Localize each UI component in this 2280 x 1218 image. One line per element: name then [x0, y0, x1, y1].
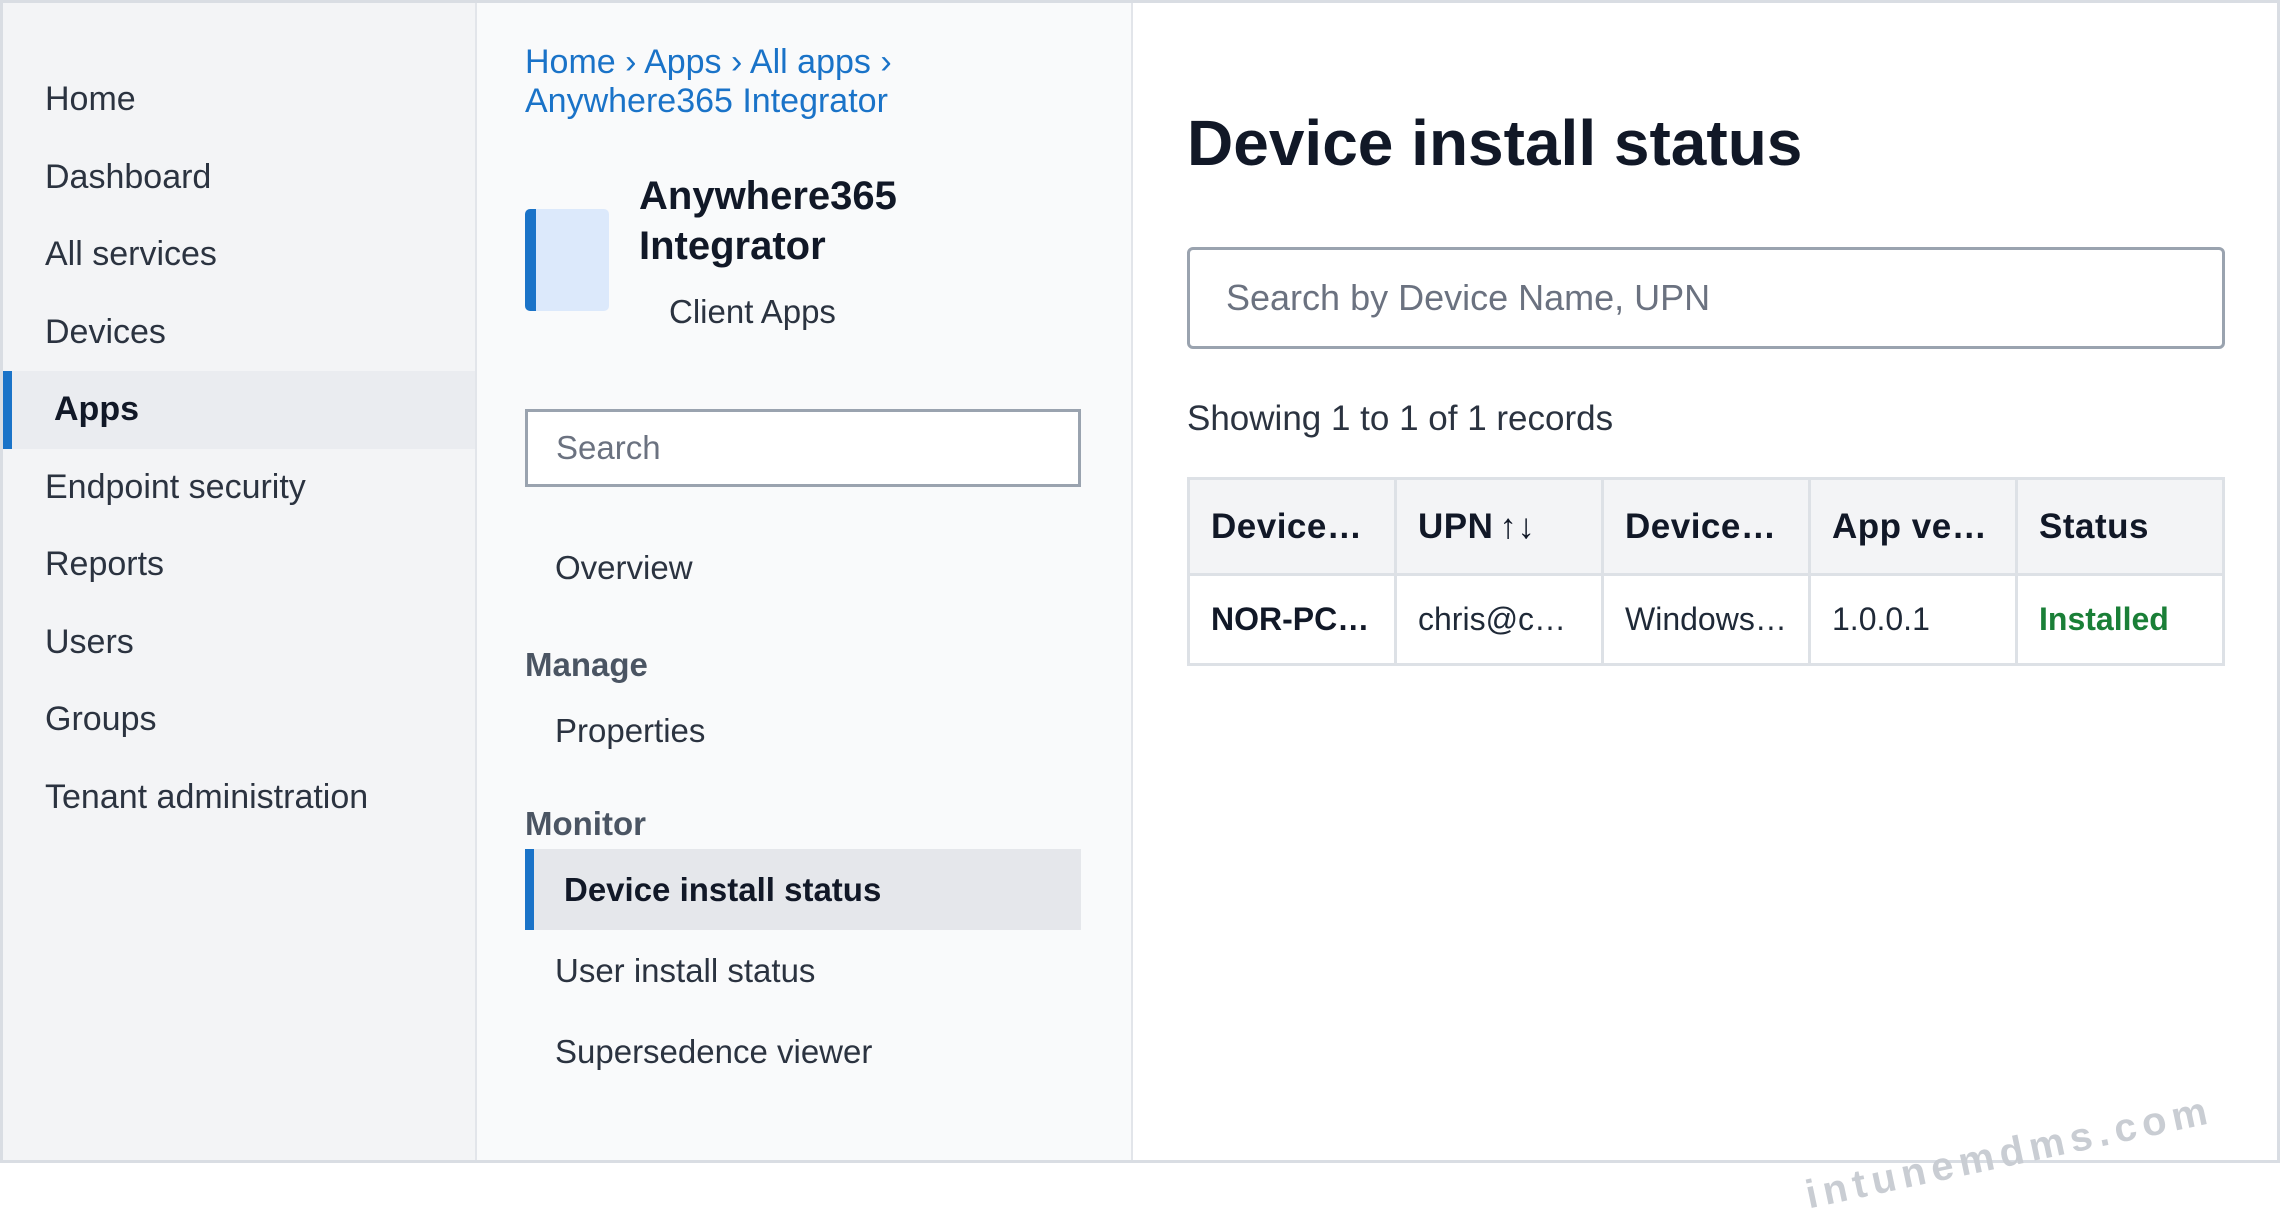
column-header-device-name[interactable]: Device…: [1187, 477, 1397, 576]
app-header: Anywhere365 Integrator Client Apps: [525, 171, 1131, 331]
nav-item-dashboard[interactable]: Dashboard: [3, 139, 475, 217]
table-header-row: Device… UPN ↑↓ Device… App ve… Status: [1187, 477, 2225, 576]
breadcrumb-separator: ›: [625, 43, 637, 81]
menu-heading-monitor: Monitor: [525, 805, 646, 842]
breadcrumb-separator: ›: [731, 43, 743, 81]
breadcrumb: Home › Apps › All apps › Anywhere365 Int…: [525, 43, 945, 121]
column-header-label: Status: [2039, 506, 2149, 546]
cell-app-version: 1.0.0.1: [1808, 573, 2018, 666]
menu-item-supersedence-viewer[interactable]: Supersedence viewer: [525, 1011, 1081, 1092]
device-search-input[interactable]: [1187, 247, 2225, 349]
table-row[interactable]: NOR-PC… chris@c… Windows… 1.0.0.1 Instal…: [1187, 573, 2225, 666]
column-header-upn[interactable]: UPN ↑↓: [1394, 477, 1604, 576]
menu-item-properties[interactable]: Properties: [525, 690, 1081, 771]
nav-item-all-services[interactable]: All services: [3, 216, 475, 294]
app-subtitle: Client Apps: [669, 293, 836, 330]
cell-status: Installed: [2015, 573, 2225, 666]
column-header-label: UPN: [1418, 506, 1494, 546]
breadcrumb-separator: ›: [880, 43, 892, 81]
app-title: Anywhere365 Integrator: [639, 174, 897, 268]
breadcrumb-apps[interactable]: Apps: [644, 43, 722, 81]
nav-item-endpoint-security[interactable]: Endpoint security: [3, 449, 475, 527]
left-navigation: Home Dashboard All services Devices Apps…: [3, 3, 477, 1160]
sort-icon[interactable]: ↑↓: [1499, 507, 1535, 546]
app-tile-icon: [525, 209, 609, 311]
column-header-status[interactable]: Status: [2015, 477, 2225, 576]
column-header-label: Device…: [1625, 506, 1777, 546]
watermark: intunemdms.com: [1801, 1087, 2217, 1218]
breadcrumb-all-apps[interactable]: All apps: [750, 43, 871, 81]
nav-item-groups[interactable]: Groups: [3, 681, 475, 759]
page-title: Device install status: [1187, 107, 1803, 179]
column-header-device-os[interactable]: Device…: [1601, 477, 1811, 576]
blade-menu: Overview Manage Properties Monitor Devic…: [525, 527, 1081, 1092]
menu-item-device-install-status[interactable]: Device install status: [525, 849, 1081, 930]
install-status-table: Device… UPN ↑↓ Device… App ve… Status NOR…: [1187, 477, 2225, 666]
cell-device-name[interactable]: NOR-PC…: [1187, 573, 1397, 666]
column-header-app-version[interactable]: App ve…: [1808, 477, 2018, 576]
menu-item-user-install-status[interactable]: User install status: [525, 930, 1081, 1011]
app-blade-menu: Home › Apps › All apps › Anywhere365 Int…: [477, 3, 1133, 1160]
nav-item-home[interactable]: Home: [3, 61, 475, 139]
menu-search-input[interactable]: [525, 409, 1081, 487]
nav-item-reports[interactable]: Reports: [3, 526, 475, 604]
nav-item-devices[interactable]: Devices: [3, 294, 475, 372]
column-header-label: Device…: [1211, 506, 1363, 546]
breadcrumb-app[interactable]: Anywhere365 Integrator: [525, 82, 888, 120]
menu-heading-manage: Manage: [525, 646, 648, 683]
main-content: Device install status Showing 1 to 1 of …: [1133, 3, 2277, 1217]
records-count: Showing 1 to 1 of 1 records: [1187, 399, 1614, 438]
nav-item-tenant-administration[interactable]: Tenant administration: [3, 759, 475, 837]
cell-upn: chris@c…: [1394, 573, 1604, 666]
nav-item-users[interactable]: Users: [3, 604, 475, 682]
breadcrumb-home[interactable]: Home: [525, 43, 616, 81]
menu-item-overview[interactable]: Overview: [525, 527, 1081, 608]
cell-device-os: Windows…: [1601, 573, 1811, 666]
nav-item-apps[interactable]: Apps: [3, 371, 475, 449]
column-header-label: App ve…: [1832, 506, 1988, 546]
app-window: Home Dashboard All services Devices Apps…: [0, 0, 2280, 1217]
